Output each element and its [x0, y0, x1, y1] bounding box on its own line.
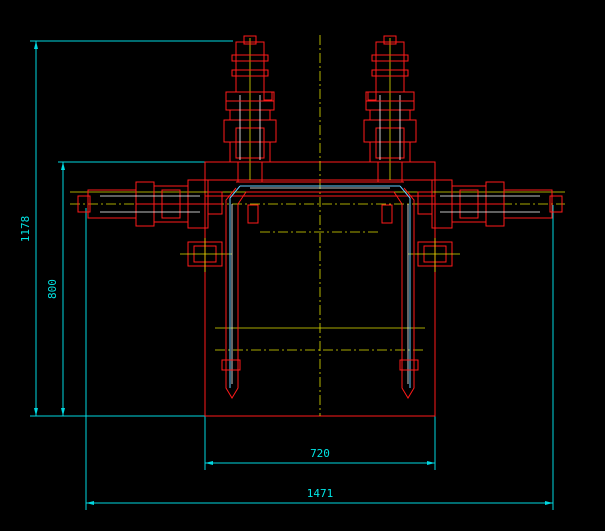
dim-frame-width-label: 720: [310, 447, 330, 460]
cad-drawing-canvas: 1178 800 720 1471: [19, 35, 565, 510]
dim-overall-width-label: 1471: [307, 487, 334, 500]
dim-overall-height-label: 1178: [19, 216, 32, 243]
left-horizontal-cylinder: [77, 179, 223, 229]
left-clamp: [180, 238, 232, 272]
dimension-lines: [30, 40, 554, 510]
left-gripper-arm: [221, 185, 247, 399]
dim-frame-height-label: 800: [46, 279, 59, 299]
right-clamp: [408, 238, 460, 272]
right-gripper-arm: [393, 185, 419, 399]
